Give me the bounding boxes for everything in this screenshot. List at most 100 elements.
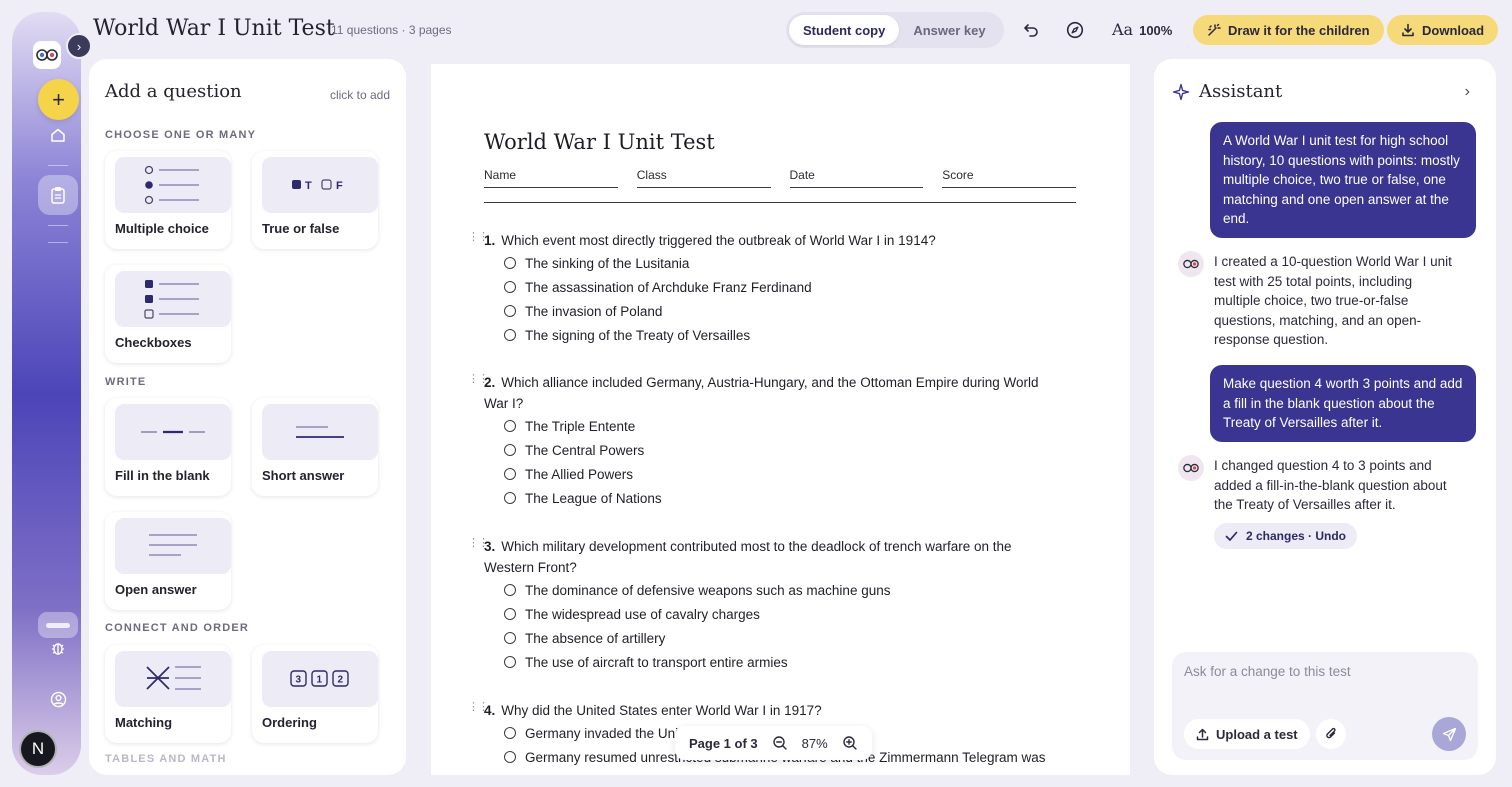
text-size-value: 100% [1139, 23, 1173, 38]
radio-icon [504, 656, 516, 668]
section-choose: CHOOSE ONE OR MANY [105, 129, 257, 141]
undo-icon [1024, 24, 1038, 37]
user-circle-icon [50, 691, 66, 707]
question-type-multiple-choice[interactable]: Multiple choice [105, 151, 231, 249]
download-button[interactable]: Download [1387, 15, 1499, 45]
question-prompt: Which event most directly triggered the … [501, 233, 936, 248]
option-label: The absence of artillery [525, 630, 666, 646]
option-label: The Central Powers [525, 442, 645, 458]
clipboard-icon [51, 187, 65, 204]
assistant-input[interactable] [1184, 664, 1464, 679]
question-type-checkboxes[interactable]: Checkboxes [105, 265, 231, 363]
assistant-message: I changed question 4 to 3 points and add… [1214, 458, 1447, 512]
avatar[interactable]: N [19, 730, 57, 768]
section-connect: CONNECT AND ORDER [105, 622, 250, 634]
tests-button[interactable] [38, 175, 78, 215]
option-label: The League of Nations [525, 490, 662, 506]
question-prompt: Which alliance included Germany, Austria… [484, 375, 1039, 411]
zoom-in-icon[interactable] [842, 735, 858, 751]
answer-option[interactable]: The absence of artillery [504, 626, 1064, 650]
undo-button[interactable] [1018, 17, 1044, 43]
logo-icon[interactable] [33, 41, 61, 69]
page-title[interactable]: World War I Unit Test [93, 16, 335, 41]
short-answer-icon [262, 404, 378, 460]
question-3[interactable]: ⋮⋮ 3. Which military development contribu… [468, 536, 1064, 674]
answer-option[interactable]: The assassination of Archduke Franz Ferd… [504, 275, 1064, 299]
draw-for-children-button[interactable]: Draw it for the children [1193, 15, 1384, 45]
question-text: 2. Which alliance included Germany, Austr… [484, 372, 1064, 414]
radio-icon [504, 257, 516, 269]
drag-handle-icon[interactable]: ⋮⋮ [468, 230, 489, 243]
header-divider [484, 202, 1076, 203]
class-field: Class [636, 168, 771, 188]
question-type-ordering[interactable]: 3 1 2 Ordering [252, 645, 378, 743]
panel-hint: click to add [329, 88, 390, 102]
new-test-button[interactable]: + [38, 79, 79, 120]
undo-changes-button[interactable]: 2 changes · Undo [1214, 523, 1358, 549]
home-button[interactable] [38, 115, 78, 155]
check-icon [1225, 531, 1238, 541]
attach-button[interactable] [1316, 719, 1346, 749]
assistant-avatar-icon [1178, 251, 1204, 277]
question-1[interactable]: ⋮⋮ 1. Which event most directly triggered… [468, 230, 1064, 347]
explore-button[interactable] [1062, 17, 1088, 43]
report-bug-button[interactable] [38, 628, 78, 668]
page-indicator[interactable]: Page 1 of 3 [689, 736, 758, 751]
account-button[interactable] [38, 679, 78, 719]
option-label: The dominance of defensive weapons such … [525, 582, 891, 598]
question-type-true-false[interactable]: TF True or false [252, 151, 378, 249]
radio-icon [504, 281, 516, 293]
chevron-right-icon: › [1464, 83, 1470, 100]
tab-answer-key[interactable]: Answer key [899, 15, 999, 45]
radio-icon [504, 468, 516, 480]
zoom-out-icon[interactable] [772, 735, 788, 751]
question-text: 1. Which event most directly triggered th… [484, 230, 1064, 251]
changes-label: 2 changes · Undo [1246, 529, 1347, 543]
option-label: The widespread use of cavalry charges [525, 606, 760, 622]
view-toggle: Student copy Answer key [786, 12, 1004, 48]
answer-option[interactable]: The League of Nations [504, 486, 1064, 510]
assistant-title: Assistant [1199, 81, 1283, 102]
drag-handle-icon[interactable]: ⋮⋮ [468, 700, 489, 713]
answer-option[interactable]: The dominance of defensive weapons such … [504, 578, 1064, 602]
magic-wand-icon [1208, 23, 1221, 36]
send-button[interactable] [1432, 717, 1466, 751]
option-label: The Triple Entente [525, 418, 636, 434]
answer-option[interactable]: The widespread use of cavalry charges [504, 602, 1064, 626]
rail-divider [48, 225, 68, 226]
question-type-matching[interactable]: Matching [105, 645, 231, 743]
answer-option[interactable]: The Triple Entente [504, 414, 1064, 438]
score-field: Score [942, 168, 1076, 188]
svg-text:2: 2 [338, 675, 344, 686]
send-icon [1442, 727, 1456, 741]
question-type-fill-blank[interactable]: Fill in the blank [105, 398, 231, 496]
matching-icon [115, 651, 231, 707]
true-false-icon: TF [262, 157, 378, 213]
test-title[interactable]: World War I Unit Test [484, 130, 715, 154]
ordering-label: Ordering [262, 715, 317, 730]
radio-icon [504, 751, 516, 763]
answer-option[interactable]: The invasion of Poland [504, 299, 1064, 323]
text-size-control[interactable]: Aa 100% [1112, 20, 1172, 39]
answer-option[interactable]: The Allied Powers [504, 462, 1064, 486]
radio-icon [504, 305, 516, 317]
answer-option[interactable]: The signing of the Treaty of Versailles [504, 323, 1064, 347]
upload-test-button[interactable]: Upload a test [1184, 719, 1310, 749]
assistant-header: Assistant [1172, 81, 1282, 102]
drag-handle-icon[interactable]: ⋮⋮ [468, 372, 489, 385]
question-type-short-answer[interactable]: Short answer [252, 398, 378, 496]
answer-option[interactable]: The sinking of the Lusitania [504, 251, 1064, 275]
rail-divider [48, 242, 68, 243]
assistant-panel: Assistant › A World War I unit test for … [1154, 59, 1496, 775]
collapse-assistant-button[interactable]: › [1465, 83, 1470, 101]
page-navigator: Page 1 of 3 87% [675, 726, 872, 760]
option-label: The signing of the Treaty of Versailles [525, 327, 751, 343]
fill-blank-label: Fill in the blank [115, 468, 210, 483]
question-2[interactable]: ⋮⋮ 2. Which alliance included Germany, Au… [468, 372, 1064, 510]
answer-option[interactable]: The Central Powers [504, 438, 1064, 462]
question-type-open-answer[interactable]: Open answer [105, 512, 231, 610]
drag-handle-icon[interactable]: ⋮⋮ [468, 536, 489, 549]
tab-student-copy[interactable]: Student copy [789, 15, 900, 45]
answer-option[interactable]: The use of aircraft to transport entire … [504, 650, 1064, 674]
expand-sidebar-button[interactable]: › [66, 33, 92, 59]
